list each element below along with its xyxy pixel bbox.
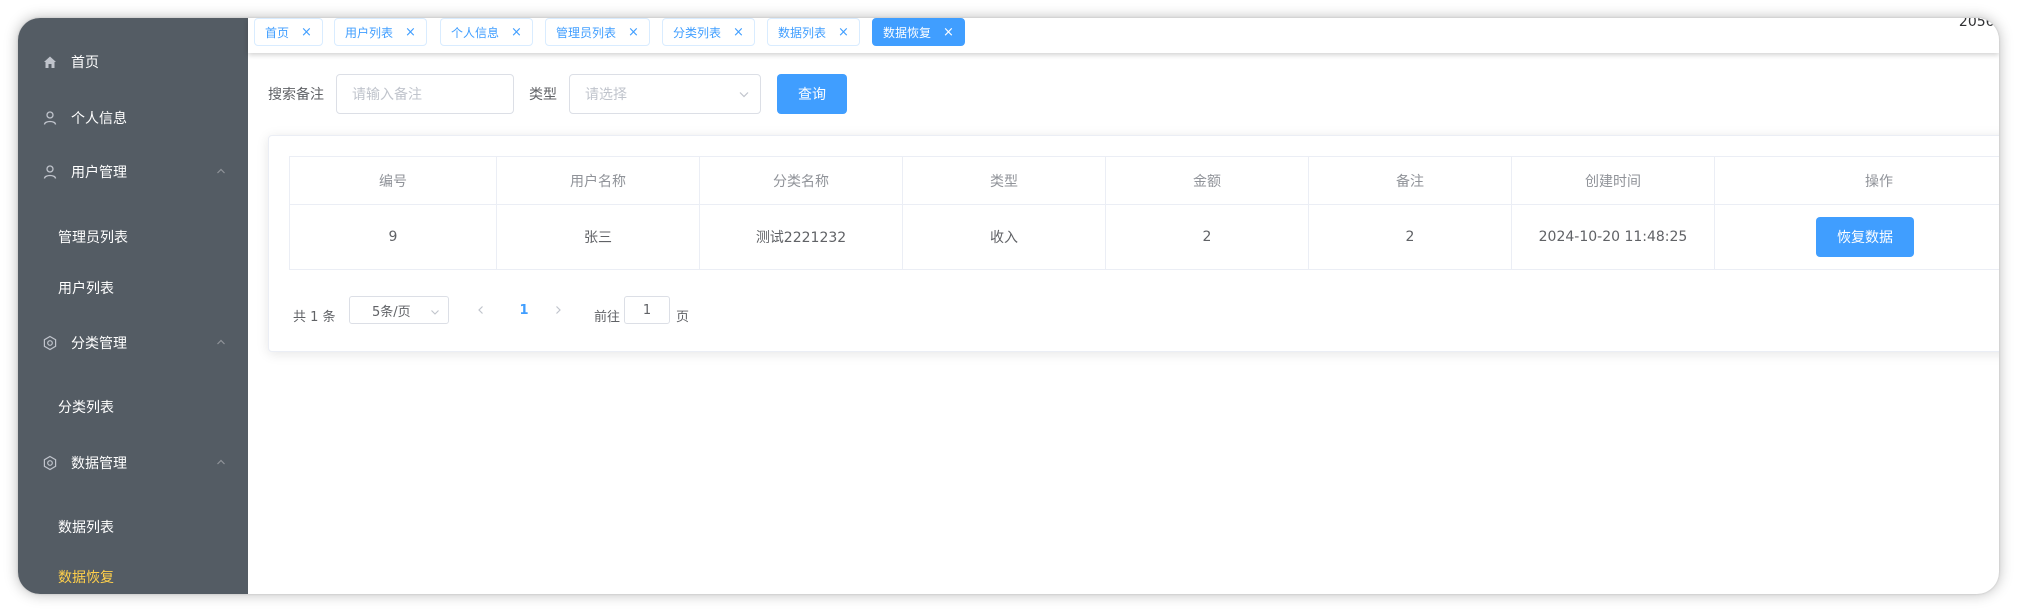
sidebar: 首页 个人信息 用户管理 管理员列表 用户列表 分类管理 分类列表 数据管理 数… — [18, 18, 248, 594]
user-icon — [41, 163, 59, 181]
table-card: 编号 用户名称 分类名称 类型 金额 备注 创建时间 操作 9 张三 测试222… — [268, 135, 1999, 352]
tab-profile[interactable]: 个人信息 × — [440, 18, 533, 46]
cell-amount: 2 — [1105, 204, 1309, 270]
tab-data-restore[interactable]: 数据恢复 × — [872, 18, 965, 46]
close-icon[interactable]: × — [511, 26, 522, 39]
chevron-up-icon — [214, 164, 228, 178]
sidebar-item-data-list[interactable]: 数据列表 — [18, 507, 248, 547]
close-icon[interactable]: × — [838, 26, 849, 39]
tab-label: 用户列表 — [345, 25, 394, 40]
close-icon[interactable]: × — [405, 26, 416, 39]
type-select-placeholder: 请选择 — [585, 87, 627, 103]
table-row: 9 张三 测试2221232 收入 2 2 2024-10-20 11:48:2… — [289, 204, 1999, 270]
cell-actions: 恢复数据 — [1714, 204, 1999, 270]
sidebar-item-data-restore[interactable]: 数据恢复 — [18, 557, 248, 594]
page-size-select[interactable]: 5条/页 — [349, 296, 449, 324]
sidebar-item-home[interactable]: 首页 — [18, 42, 248, 82]
close-icon[interactable]: × — [301, 26, 312, 39]
tab-label: 个人信息 — [451, 25, 500, 40]
sidebar-item-label: 数据管理 — [71, 456, 127, 472]
query-button[interactable]: 查询 — [777, 74, 847, 114]
chevron-down-icon — [738, 88, 750, 100]
tab-label: 分类列表 — [673, 25, 722, 40]
column-header-category-name: 分类名称 — [699, 156, 903, 205]
home-icon — [41, 53, 59, 71]
chevron-up-icon — [214, 455, 228, 469]
sidebar-item-profile[interactable]: 个人信息 — [18, 98, 248, 138]
tab-label: 数据恢复 — [883, 25, 932, 40]
close-icon[interactable]: × — [943, 26, 954, 39]
gear-icon — [41, 334, 59, 352]
goto-suffix-label: 页 — [676, 310, 690, 325]
sidebar-item-label: 数据恢复 — [58, 570, 114, 586]
column-header-user-name: 用户名称 — [496, 156, 700, 205]
column-header-remark: 备注 — [1308, 156, 1512, 205]
data-table: 编号 用户名称 分类名称 类型 金额 备注 创建时间 操作 9 张三 测试222… — [289, 156, 1999, 270]
cell-category-name: 测试2221232 — [699, 204, 903, 270]
sidebar-item-user-list[interactable]: 用户列表 — [18, 268, 248, 308]
type-select[interactable]: 请选择 — [569, 74, 761, 114]
sidebar-item-label: 分类列表 — [58, 400, 114, 416]
column-header-amount: 金额 — [1105, 156, 1309, 205]
gear-icon — [41, 454, 59, 472]
tab-label: 管理员列表 — [556, 25, 617, 40]
page-number-current[interactable]: 1 — [514, 296, 534, 324]
page-size-value: 5条/页 — [372, 304, 411, 320]
sidebar-item-label: 管理员列表 — [58, 230, 128, 246]
column-header-type: 类型 — [902, 156, 1106, 205]
close-icon[interactable]: × — [628, 26, 639, 39]
tab-home[interactable]: 首页 × — [254, 18, 323, 46]
prev-page-icon[interactable] — [472, 296, 490, 324]
sidebar-item-admin-list[interactable]: 管理员列表 — [18, 217, 248, 257]
sidebar-item-label: 用户列表 — [58, 281, 114, 297]
chevron-up-icon — [214, 335, 228, 349]
tab-admin-list[interactable]: 管理员列表 × — [545, 18, 650, 46]
pagination-total: 共 1 条 — [293, 310, 336, 325]
sidebar-item-label: 个人信息 — [71, 111, 127, 127]
sidebar-item-category-list[interactable]: 分类列表 — [18, 387, 248, 427]
tab-category-list[interactable]: 分类列表 × — [662, 18, 755, 46]
sidebar-menu-data-management[interactable]: 数据管理 — [18, 443, 248, 483]
tab-data-list[interactable]: 数据列表 × — [767, 18, 860, 46]
tabs-bar: 首页 × 用户列表 × 个人信息 × 管理员列表 × 分类列表 × 数据列表 ×… — [248, 18, 1999, 53]
tab-label: 首页 — [265, 25, 290, 40]
user-icon — [41, 109, 59, 127]
cell-user-name: 张三 — [496, 204, 700, 270]
tab-label: 数据列表 — [778, 25, 827, 40]
sidebar-item-label: 用户管理 — [71, 165, 127, 181]
cell-id: 9 — [289, 204, 497, 270]
cell-type: 收入 — [902, 204, 1106, 270]
table-header-row: 编号 用户名称 分类名称 类型 金额 备注 创建时间 操作 — [289, 156, 1999, 205]
goto-page-input[interactable]: 1 — [624, 296, 670, 324]
column-header-created-time: 创建时间 — [1511, 156, 1715, 205]
sidebar-item-label: 首页 — [71, 55, 99, 71]
sidebar-menu-category-management[interactable]: 分类管理 — [18, 323, 248, 363]
sidebar-item-label: 分类管理 — [71, 336, 127, 352]
tab-user-list[interactable]: 用户列表 × — [334, 18, 427, 46]
app-window: 首页 个人信息 用户管理 管理员列表 用户列表 分类管理 分类列表 数据管理 数… — [18, 18, 1999, 594]
close-icon[interactable]: × — [733, 26, 744, 39]
remark-search-placeholder: 请输入备注 — [352, 87, 422, 103]
sidebar-item-label: 数据列表 — [58, 520, 114, 536]
next-page-icon[interactable] — [549, 296, 567, 324]
remark-search-label: 搜索备注 — [268, 87, 324, 103]
sidebar-menu-user-management[interactable]: 用户管理 — [18, 152, 248, 192]
header-corner-text: 2056, — [1958, 18, 1999, 30]
column-header-id: 编号 — [289, 156, 497, 205]
type-filter-label: 类型 — [529, 87, 557, 103]
cell-created-time: 2024-10-20 11:48:25 — [1511, 204, 1715, 270]
chevron-down-icon — [430, 306, 440, 316]
goto-prefix-label: 前往 — [594, 310, 621, 325]
column-header-actions: 操作 — [1714, 156, 1999, 205]
restore-data-button[interactable]: 恢复数据 — [1816, 217, 1914, 257]
cell-remark: 2 — [1308, 204, 1512, 270]
remark-search-input[interactable]: 请输入备注 — [336, 74, 514, 114]
